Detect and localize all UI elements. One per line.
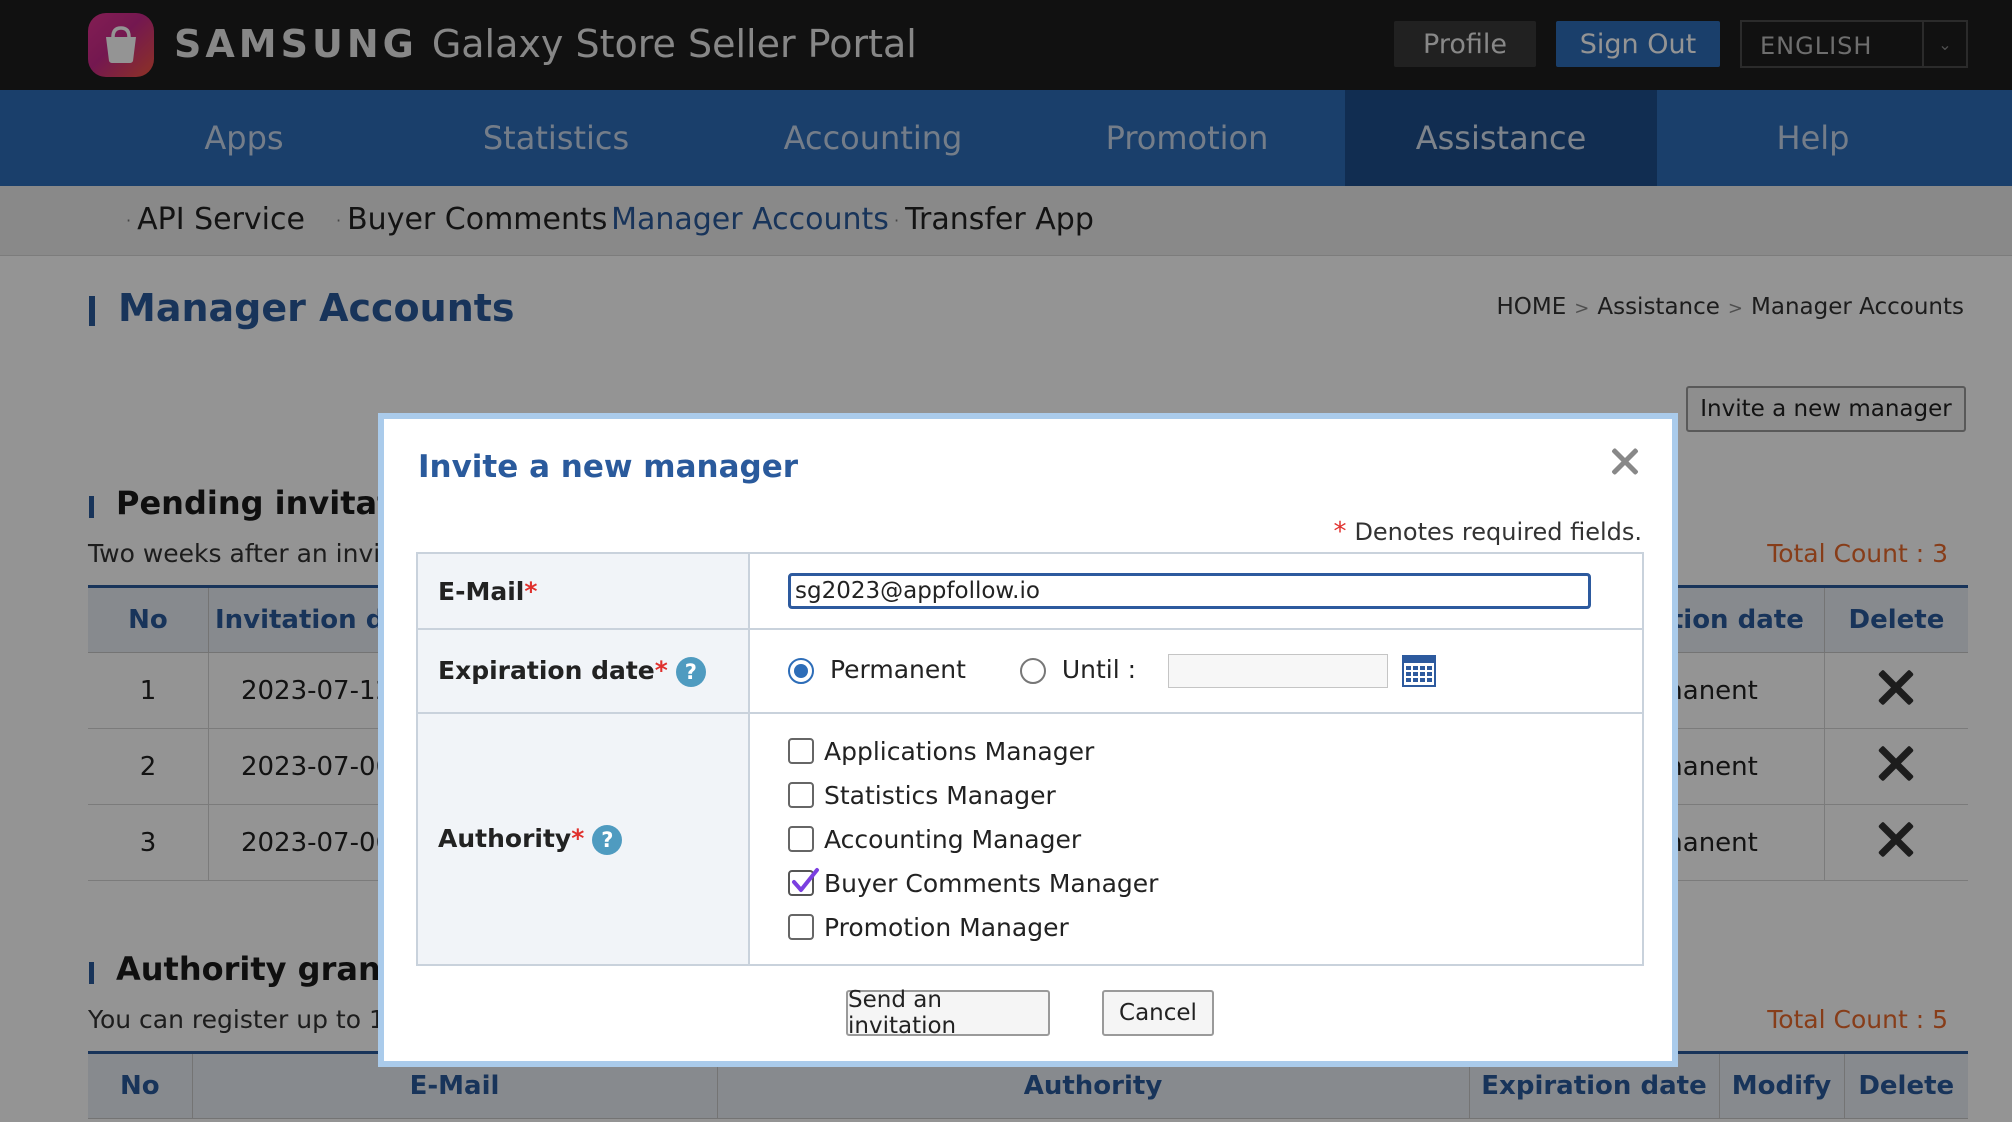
- expiration-label: Expiration date*?: [416, 628, 750, 714]
- form-row-email: E-Mail*: [416, 552, 1644, 630]
- expiration-cell: Permanent Until :: [748, 628, 1644, 714]
- help-icon[interactable]: ?: [592, 824, 623, 855]
- close-icon[interactable]: [1608, 445, 1642, 479]
- authority-label: Authority*?: [416, 712, 750, 966]
- authority-option[interactable]: Applications Manager: [788, 729, 1642, 773]
- dialog-title: Invite a new manager: [418, 449, 799, 485]
- until-radio[interactable]: [1019, 658, 1046, 684]
- permanent-radio[interactable]: [788, 658, 814, 684]
- accounting-manager-checkbox[interactable]: [788, 826, 814, 852]
- statistics-manager-checkbox[interactable]: [788, 782, 814, 808]
- applications-manager-checkbox[interactable]: [788, 738, 814, 764]
- required-fields-note: * Denotes required fields.: [1333, 517, 1642, 547]
- promotion-manager-checkbox[interactable]: [788, 914, 814, 940]
- email-cell: [748, 552, 1644, 630]
- invite-manager-dialog: Invite a new manager * Denotes required f…: [378, 413, 1678, 1067]
- authority-option[interactable]: Promotion Manager: [788, 905, 1642, 949]
- email-label: E-Mail*: [416, 552, 750, 630]
- authority-option[interactable]: Accounting Manager: [788, 817, 1642, 861]
- until-date-input[interactable]: [1167, 654, 1388, 688]
- form-row-expiration: Expiration date*? Permanent Until :: [416, 628, 1644, 714]
- permanent-radio-label: Permanent: [829, 655, 966, 684]
- form-row-authority: Authority*? Applications Manager Statist…: [416, 712, 1644, 966]
- send-invitation-button[interactable]: Send an invitation: [846, 987, 1050, 1039]
- authority-option[interactable]: Statistics Manager: [788, 773, 1642, 817]
- invite-form: E-Mail* Expiration date*? Permanent Unti…: [416, 552, 1644, 966]
- buyer-comments-manager-checkbox[interactable]: [788, 868, 819, 896]
- required-star: *: [1333, 517, 1347, 547]
- email-field[interactable]: [788, 573, 1591, 609]
- authority-cell: Applications Manager Statistics Manager …: [748, 712, 1644, 966]
- until-radio-label: Until :: [1061, 655, 1137, 684]
- help-icon[interactable]: ?: [675, 656, 706, 687]
- calendar-icon[interactable]: [1401, 655, 1436, 687]
- cancel-button[interactable]: Cancel: [1102, 990, 1214, 1036]
- authority-option[interactable]: Buyer Comments Manager: [788, 861, 1642, 905]
